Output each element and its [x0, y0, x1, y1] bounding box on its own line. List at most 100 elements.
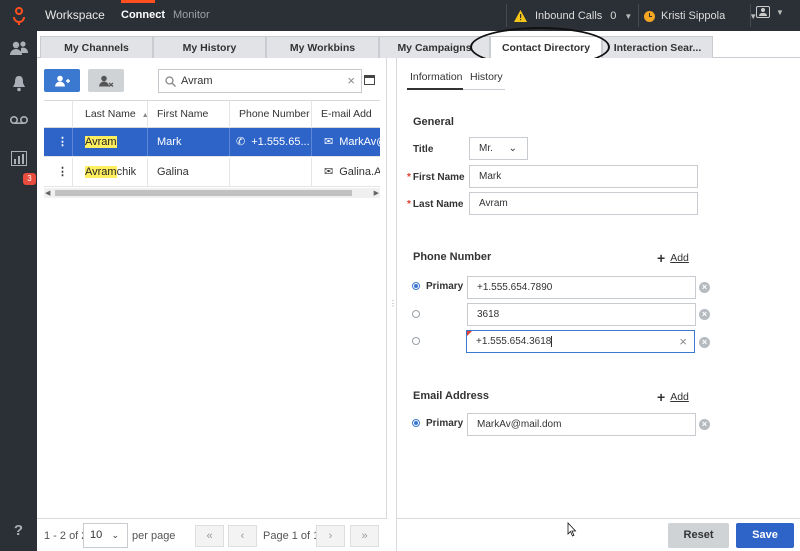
voicemail-icon[interactable] — [0, 106, 37, 134]
reset-button[interactable]: Reset — [668, 523, 729, 548]
email-value: MarkAv@ — [339, 136, 380, 148]
row-menu-icon[interactable]: ⋮ — [44, 158, 73, 186]
remove-phone-icon[interactable]: × — [699, 282, 710, 293]
last-name-field[interactable]: Avram — [469, 192, 698, 215]
toggle-view-icon[interactable] — [364, 75, 375, 85]
table-row[interactable]: ⋮ Avramchik Galina ✉ Galina.Av — [44, 158, 380, 187]
cell-email[interactable]: ✉ Galina.Av — [312, 158, 380, 186]
scroll-left-icon[interactable]: ◀ — [45, 189, 50, 197]
cell-phone[interactable]: ✆ +1.555.65... — [230, 128, 312, 156]
scrollbar-thumb[interactable] — [55, 190, 352, 196]
next-page-button[interactable]: › — [316, 525, 345, 547]
cell-phone — [230, 158, 312, 186]
tab-my-channels[interactable]: My Channels — [40, 36, 153, 58]
modified-marker — [467, 331, 472, 336]
agent-menu[interactable]: ▼ — [756, 6, 784, 18]
nav-connect[interactable]: Connect — [121, 9, 165, 21]
mouse-pointer-icon — [567, 522, 577, 537]
add-person-icon — [55, 75, 70, 86]
column-label: First Name — [157, 108, 209, 120]
tab-my-campaigns[interactable]: My Campaigns — [379, 36, 490, 58]
inbound-calls-indicator[interactable]: Inbound Calls 0 ▼ — [514, 6, 632, 26]
required-marker: * — [407, 199, 411, 210]
phone-field-focused[interactable]: +1.555.654.3618 × — [466, 330, 695, 353]
section-general: General — [413, 116, 454, 128]
contact-search-input[interactable]: Avram × — [158, 69, 362, 93]
divider — [506, 4, 507, 27]
add-phone-button[interactable]: + Add — [657, 251, 689, 265]
phone-value: +1.555.654.3618 — [476, 336, 552, 347]
first-name-label: * First Name — [407, 172, 465, 183]
column-last-name[interactable]: Last Name▲ — [73, 101, 148, 128]
tab-my-workbins[interactable]: My Workbins — [266, 36, 379, 58]
primary-email-radio[interactable] — [412, 419, 420, 427]
contacts-icon[interactable] — [0, 34, 37, 62]
warning-icon — [514, 10, 527, 22]
pane-splitter[interactable]: ⋮⋮ — [387, 58, 404, 551]
label-text: Last Name — [412, 199, 464, 210]
cell-email[interactable]: ✉ MarkAv@ — [312, 128, 380, 156]
notifications-bell-icon[interactable] — [0, 69, 37, 97]
help-icon[interactable]: ? — [0, 516, 37, 544]
genesys-logo-icon — [0, 0, 37, 31]
save-button[interactable]: Save — [736, 523, 794, 548]
first-name-field[interactable]: Mark — [469, 165, 698, 188]
phone-field[interactable]: +1.555.654.7890 — [467, 276, 696, 299]
user-status-menu[interactable]: Kristi Sippola ▼ — [644, 6, 757, 26]
plus-icon: + — [657, 389, 666, 405]
column-label: E-mail Add — [321, 108, 372, 120]
email-icon: ✉ — [324, 136, 334, 148]
title-value: Mr. — [479, 143, 493, 154]
chevron-down-icon: ▼ — [776, 7, 784, 17]
remove-phone-icon[interactable]: × — [699, 309, 710, 320]
prev-page-button[interactable]: ‹ — [228, 525, 257, 547]
title-select[interactable]: Mr. ⌄ — [469, 137, 528, 160]
column-email[interactable]: E-mail Add — [312, 101, 380, 128]
primary-phone-radio[interactable] — [412, 282, 420, 290]
label-text: First Name — [412, 172, 465, 183]
last-page-button[interactable]: » — [350, 525, 379, 547]
phone-radio[interactable] — [412, 310, 420, 318]
tab-label: My Channels — [64, 41, 129, 54]
chevron-down-icon: ▼ — [624, 11, 633, 21]
tab-label: My Workbins — [289, 41, 356, 54]
chevron-down-icon: ⌄ — [508, 143, 517, 154]
tab-my-history[interactable]: My History — [153, 36, 266, 58]
column-phone-number[interactable]: Phone Number — [230, 101, 312, 128]
column-menu-header — [44, 101, 73, 128]
cell-last-name: Avramchik — [73, 158, 148, 186]
tab-label: My Campaigns — [397, 41, 472, 54]
add-email-button[interactable]: + Add — [657, 389, 689, 405]
tab-information[interactable]: Information — [410, 71, 463, 83]
chevron-down-icon: ⌄ — [111, 530, 119, 540]
row-menu-icon[interactable]: ⋮ — [44, 128, 73, 156]
nav-monitor[interactable]: Monitor — [173, 9, 210, 21]
tab-label: Interaction Sear... — [613, 41, 702, 54]
user-name: Kristi Sippola — [661, 10, 726, 22]
statistics-badge: 3 — [23, 173, 36, 185]
delete-contact-button[interactable] — [88, 69, 124, 92]
remove-email-icon[interactable]: × — [699, 419, 710, 430]
inbound-calls-count: 0 — [610, 10, 617, 22]
left-sidebar: 3 ? — [0, 31, 37, 551]
statistics-icon[interactable] — [0, 144, 37, 172]
per-page-select[interactable]: 10 ⌄ — [83, 523, 128, 548]
add-contact-button[interactable] — [44, 69, 80, 92]
add-label: Add — [670, 252, 689, 264]
clear-field-icon[interactable]: × — [679, 331, 687, 352]
horizontal-scrollbar[interactable]: ◀ ▶ — [44, 188, 380, 198]
active-nav-indicator — [121, 0, 155, 3]
table-row[interactable]: ⋮ Avram Mark ✆ +1.555.65... ✉ MarkAv@ — [44, 128, 380, 157]
phone-field[interactable]: 3618 — [467, 303, 696, 326]
tab-contact-directory[interactable]: Contact Directory — [490, 36, 602, 59]
email-field[interactable]: MarkAv@mail.dom — [467, 413, 696, 436]
tab-history[interactable]: History — [470, 71, 503, 83]
tab-interaction-search[interactable]: Interaction Sear... — [602, 36, 713, 58]
remove-phone-icon[interactable]: × — [699, 337, 710, 348]
phone-radio[interactable] — [412, 337, 420, 345]
last-name-label: * Last Name — [407, 199, 463, 210]
scroll-right-icon[interactable]: ▶ — [374, 189, 379, 197]
clear-search-icon[interactable]: × — [347, 73, 355, 88]
first-page-button[interactable]: « — [195, 525, 224, 547]
column-first-name[interactable]: First Name — [148, 101, 230, 128]
